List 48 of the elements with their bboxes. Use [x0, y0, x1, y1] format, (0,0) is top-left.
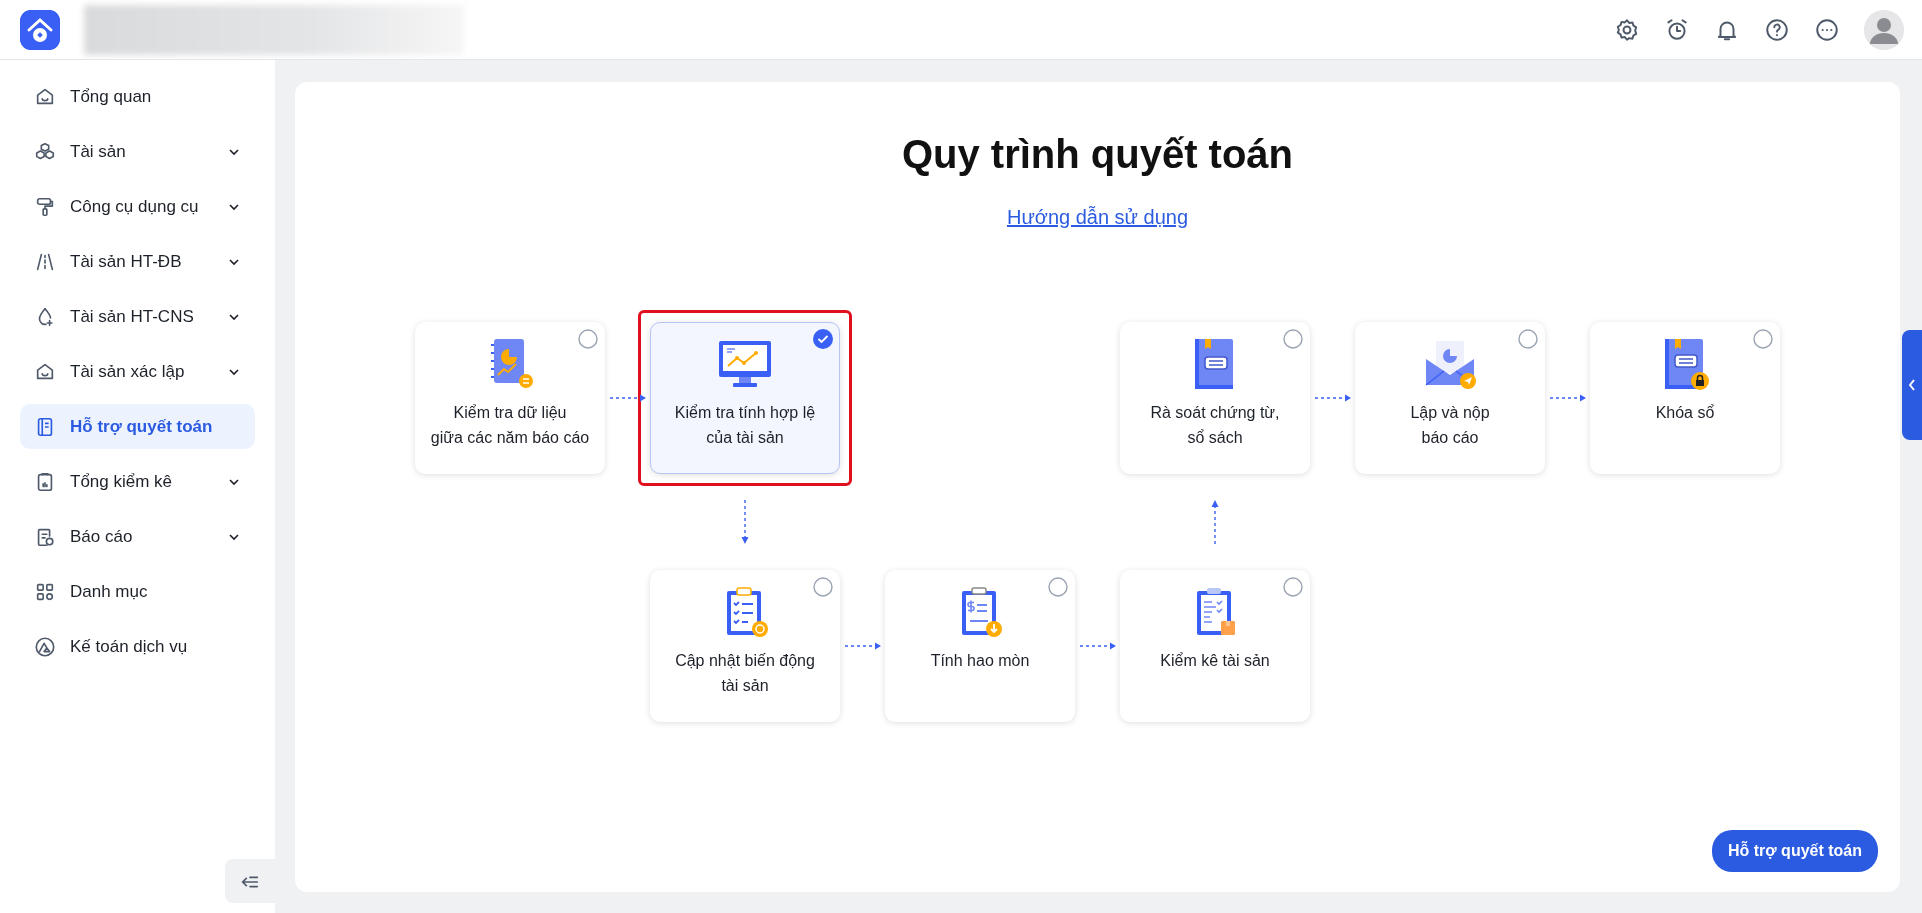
step-label: Kiểm tra tính hợp lệ của tài sản — [673, 403, 817, 448]
dashed-arrow — [1549, 394, 1586, 402]
sidebar-item[interactable]: Kế toán dịch vụ — [20, 624, 255, 669]
process-step-card[interactable]: Kiểm kê tài sản — [1120, 570, 1310, 722]
process-step-card[interactable]: Cập nhật biến động tài sản — [650, 570, 840, 722]
more-icon[interactable] — [1814, 16, 1840, 43]
sidebar-item[interactable]: Danh mục — [20, 569, 255, 614]
support-button[interactable]: Hỗ trợ quyết toán — [1711, 830, 1878, 872]
step-label: Kiểm kê tài sản — [1159, 651, 1271, 671]
step-label: Lập và nộp báo cáo — [1409, 403, 1491, 448]
process-step-card[interactable]: Tính hao mòn — [885, 570, 1075, 722]
chevron-left-icon — [1909, 379, 1915, 391]
settings-icon[interactable] — [1614, 16, 1640, 43]
paint-roller-icon — [34, 195, 56, 218]
process-step-card[interactable]: Rà soát chứng từ, sổ sách — [1120, 322, 1310, 474]
step-label: Cập nhật biến động tài sản — [674, 651, 816, 696]
dashed-arrow — [609, 394, 646, 402]
help-icon[interactable] — [1764, 16, 1790, 43]
sidebar-item[interactable]: Hỗ trợ quyết toán — [20, 404, 255, 449]
guide-link[interactable]: Hướng dẫn sử dụng — [1006, 206, 1189, 228]
sidebar-item[interactable]: Tài sản xác lập — [20, 349, 255, 394]
dashed-arrow — [1314, 394, 1351, 402]
dashed-arrow — [1079, 642, 1116, 650]
process-step-card[interactable]: Lập và nộp báo cáo — [1355, 322, 1545, 474]
expand-panel-button[interactable] — [1902, 330, 1922, 440]
step-label: Khóa sổ — [1654, 403, 1716, 423]
process-step-card[interactable]: Kiểm tra tính hợp lệ của tài sản — [650, 322, 840, 474]
process-step-card[interactable]: Khóa sổ — [1590, 322, 1780, 474]
house-logo-icon[interactable] — [20, 9, 60, 50]
sidebar-item[interactable]: Tổng kiểm kê — [20, 459, 255, 504]
sidebar-item[interactable]: Báo cáo — [20, 514, 255, 559]
dashed-arrow — [844, 642, 881, 650]
step-label: Tính hao mòn — [929, 651, 1031, 671]
sidebar-item[interactable]: Tài sản HT-CNS — [20, 294, 255, 339]
checked-circle-icon[interactable] — [813, 329, 833, 349]
sidebar-item[interactable]: Tài sản — [20, 129, 255, 174]
dashed-arrow — [1211, 500, 1219, 544]
step-label: Rà soát chứng từ, sổ sách — [1149, 403, 1281, 448]
sidebar-item[interactable]: Công cụ dụng cụ — [20, 184, 255, 229]
sidebar-item[interactable]: Tài sản HT-ĐB — [20, 239, 255, 284]
sidebar-item[interactable]: Tổng quan — [20, 74, 255, 119]
process-step-card[interactable]: Kiểm tra dữ liệu giữa các năm báo cáo — [415, 322, 605, 474]
mountain-circle-icon — [34, 635, 56, 658]
dashed-arrow — [741, 500, 749, 544]
alarm-clock-icon[interactable] — [1664, 16, 1690, 43]
step-label: Kiểm tra dữ liệu giữa các năm báo cáo — [429, 403, 591, 448]
page-title: Quy trình quyết toán — [900, 131, 1295, 178]
collapse-sidebar-button[interactable] — [225, 859, 275, 903]
